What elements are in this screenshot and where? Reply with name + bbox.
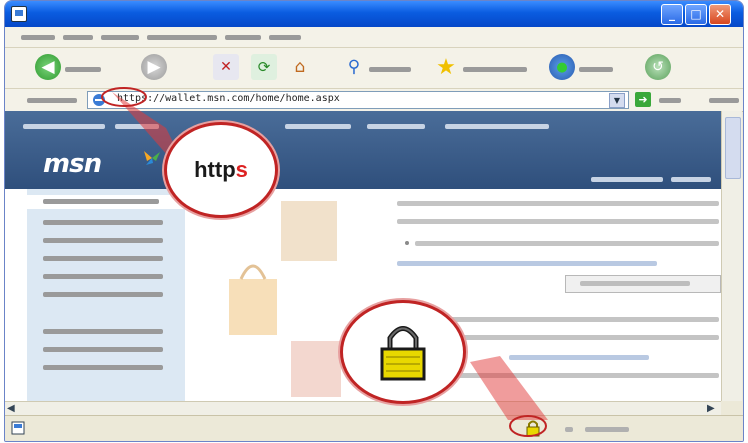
padlock-callout	[340, 300, 466, 404]
padlock-callout-pointer	[470, 356, 548, 420]
https-callout-text: https	[194, 157, 248, 183]
https-callout-s: s	[235, 157, 248, 182]
padlock-icon	[380, 326, 426, 381]
https-callout-label: http	[194, 157, 236, 182]
https-callout: https	[164, 122, 278, 218]
